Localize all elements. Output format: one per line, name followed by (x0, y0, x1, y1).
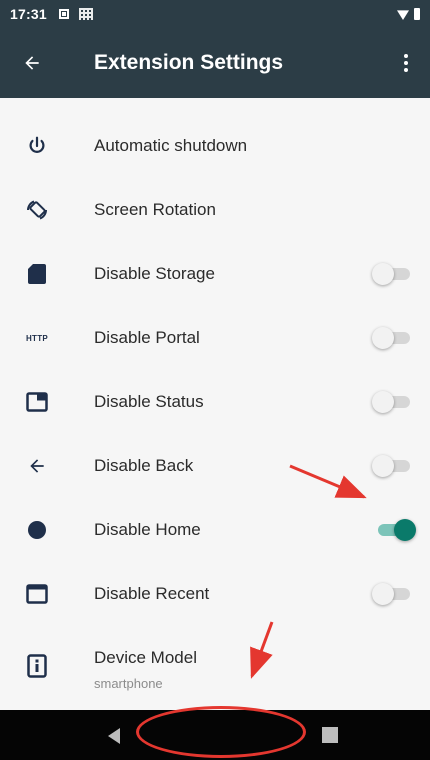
setting-disable-home[interactable]: Disable Home (0, 498, 430, 562)
app-bar: Extension Settings (0, 28, 430, 98)
setting-label: Disable Home (94, 520, 201, 539)
window-icon (23, 388, 51, 416)
disable-home-toggle[interactable] (372, 517, 416, 543)
settings-list: Automatic shutdown Screen Rotation Disab… (0, 98, 430, 710)
wifi-icon (396, 8, 410, 20)
setting-label: Disable Recent (94, 584, 210, 603)
setting-label: Disable Back (94, 456, 194, 475)
arrow-left-icon (23, 452, 51, 480)
circle-icon (23, 516, 51, 544)
setting-disable-recent[interactable]: Disable Recent (0, 562, 430, 626)
http-icon: HTTP (23, 324, 51, 352)
setting-label: Automatic shutdown (94, 136, 248, 155)
notification-icon (58, 9, 69, 19)
status-time: 17:31 (10, 6, 47, 22)
setting-disable-back[interactable]: Disable Back (0, 434, 430, 498)
setting-label: Screen Rotation (94, 200, 216, 219)
setting-automatic-shutdown[interactable]: Automatic shutdown (0, 114, 430, 178)
more-vertical-icon (404, 54, 408, 72)
annotation-ellipse (136, 706, 306, 758)
battery-icon (414, 8, 420, 20)
android-screen: 17:31 Extension Settings Automatic shutd… (0, 0, 430, 760)
disable-portal-toggle[interactable] (372, 325, 416, 351)
grid-notification-icon (78, 8, 93, 20)
disable-storage-toggle[interactable] (372, 261, 416, 287)
disable-status-toggle[interactable] (372, 389, 416, 415)
back-button[interactable] (0, 28, 64, 98)
http-icon-text: HTTP (25, 333, 49, 343)
disable-recent-toggle[interactable] (372, 581, 416, 607)
overflow-menu-button[interactable] (388, 28, 424, 98)
arrow-left-icon (25, 56, 39, 70)
setting-disable-portal[interactable]: HTTP Disable Portal (0, 306, 430, 370)
setting-label: Device Model (94, 648, 197, 667)
nav-back-icon[interactable] (108, 728, 120, 744)
setting-disable-status[interactable]: Disable Status (0, 370, 430, 434)
setting-label: Disable Status (94, 392, 204, 411)
info-icon (23, 652, 51, 680)
status-indicators (396, 8, 420, 20)
setting-screen-rotation[interactable]: Screen Rotation (0, 178, 430, 242)
status-bar: 17:31 (0, 0, 430, 28)
nav-recent-icon[interactable] (322, 727, 338, 743)
page-title: Extension Settings (94, 51, 284, 74)
setting-label: Disable Storage (94, 264, 215, 283)
screen-rotation-icon (23, 196, 51, 224)
window-outline-icon (23, 580, 51, 608)
setting-device-model[interactable]: Device Model smartphone (0, 626, 430, 706)
setting-sublabel: smartphone (94, 676, 163, 691)
setting-disable-storage[interactable]: Disable Storage (0, 242, 430, 306)
setting-label: Disable Portal (94, 328, 200, 347)
power-icon (23, 132, 51, 160)
disable-back-toggle[interactable] (372, 453, 416, 479)
sd-card-icon (23, 260, 51, 288)
